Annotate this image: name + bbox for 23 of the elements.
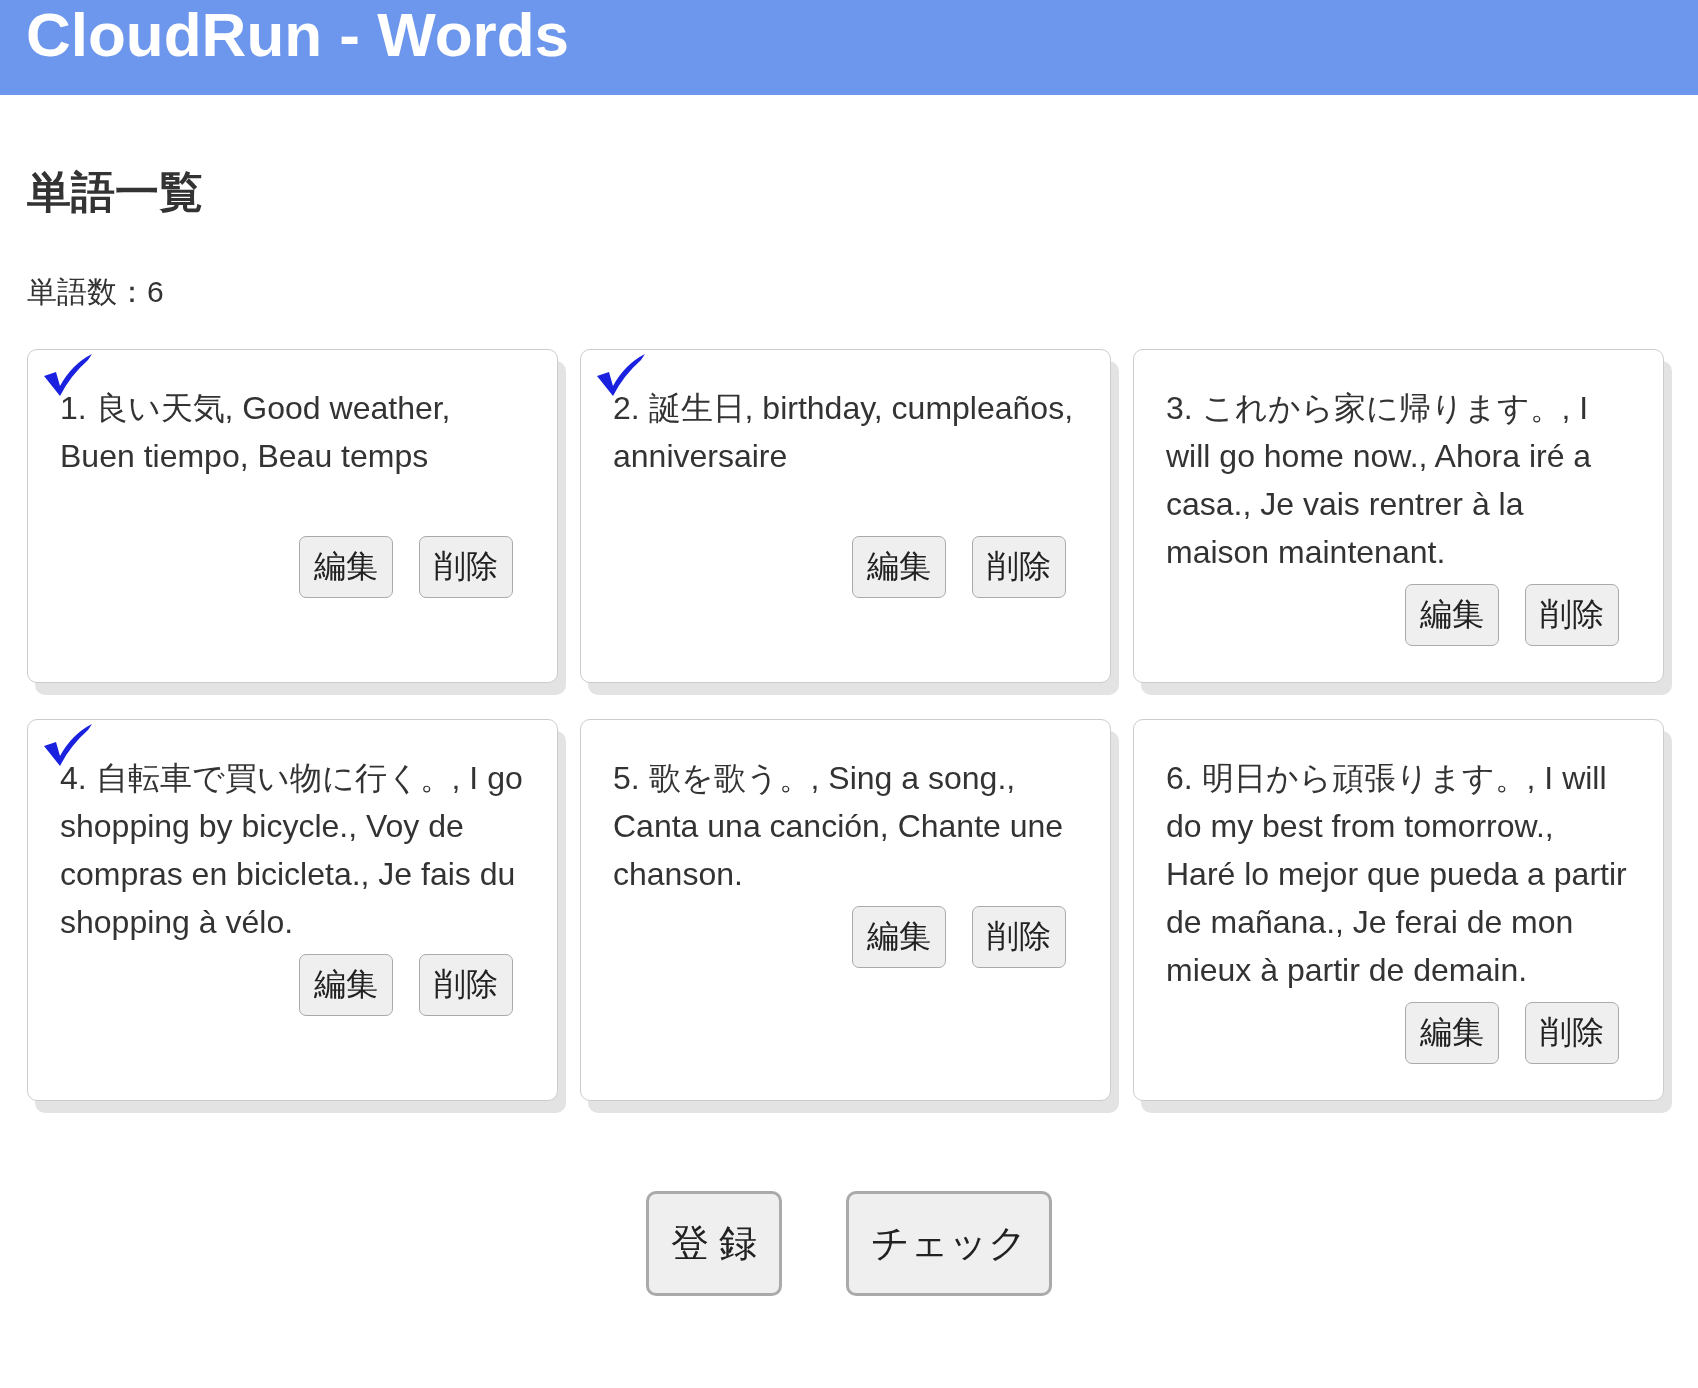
- delete-button[interactable]: 削除: [1525, 584, 1619, 646]
- app-title: CloudRun - Words: [26, 4, 569, 66]
- word-count: 単語数：6: [27, 274, 164, 310]
- delete-button[interactable]: 削除: [419, 954, 513, 1016]
- word-text: 2. 誕生日, birthday, cumpleaños, anniversaire: [613, 389, 1075, 476]
- edit-button[interactable]: 編集: [852, 536, 946, 598]
- word-text: 4. 自転車で買い物に行く。, I go shopping by bicycle., Voy de compras en bicicleta., Je fais du shopping à vélo.: [60, 759, 524, 942]
- word-text: 1. 良い天気, Good weather, Buen tiempo, Beau temps: [60, 389, 452, 476]
- register-button[interactable]: 登 録: [645, 1191, 783, 1296]
- word-text: 5. 歌を歌う。, Sing a song., Canta una canción, Chante une chanson.: [613, 759, 1065, 894]
- edit-button[interactable]: 編集: [299, 536, 393, 598]
- edit-button[interactable]: 編集: [852, 906, 946, 968]
- delete-button[interactable]: 削除: [419, 536, 513, 598]
- edit-button[interactable]: 編集: [299, 954, 393, 1016]
- delete-button[interactable]: 削除: [1525, 1002, 1619, 1064]
- edit-button[interactable]: 編集: [1405, 584, 1499, 646]
- word-text: 6. 明日から頑張ります。, I will do my best from tomorrow., Haré lo mejor que pueda a partir de mañana., Je ferai de mon mieux à partir de demain.: [1166, 759, 1628, 990]
- check-button[interactable]: チェック: [846, 1191, 1053, 1296]
- word-text: 3. これから家に帰ります。, I will go home now., Ahora iré a casa., Je vais rentrer à la maison maintenant.: [1166, 389, 1593, 572]
- delete-button[interactable]: 削除: [972, 906, 1066, 968]
- delete-button[interactable]: 削除: [972, 536, 1066, 598]
- edit-button[interactable]: 編集: [1405, 1002, 1499, 1064]
- page-heading: 単語一覧: [27, 166, 203, 218]
